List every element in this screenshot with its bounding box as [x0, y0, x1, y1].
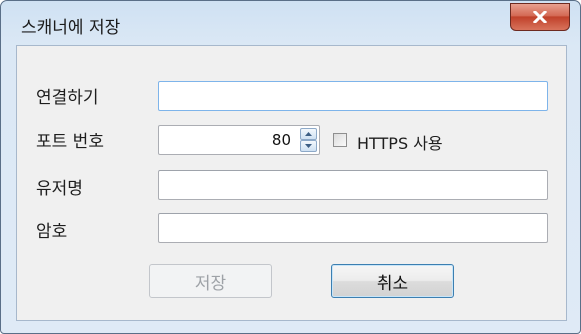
username-label: 유저명: [36, 179, 83, 199]
arrow-up-icon: [305, 132, 312, 136]
close-button[interactable]: [510, 3, 570, 31]
https-checkbox[interactable]: [333, 133, 347, 147]
close-x-icon: [533, 11, 547, 23]
connect-input[interactable]: [158, 81, 548, 111]
https-checkbox-label[interactable]: HTTPS 사용: [357, 130, 443, 154]
port-value[interactable]: 80: [272, 131, 291, 149]
spin-up-button[interactable]: [300, 128, 317, 140]
port-label: 포트 번호: [36, 132, 104, 152]
connect-label: 연결하기: [36, 88, 99, 108]
arrow-down-icon: [305, 144, 312, 148]
save-button[interactable]: 저장: [149, 264, 272, 298]
dialog-window: 스캐너에 저장 연결하기 포트 번호 80 HTTPS 사용 유저명 암호 저장…: [0, 0, 581, 334]
password-input[interactable]: [158, 213, 548, 243]
username-input[interactable]: [158, 170, 548, 200]
cancel-button[interactable]: 취소: [331, 264, 454, 298]
spin-down-button[interactable]: [300, 140, 317, 152]
window-title: 스캐너에 저장: [21, 18, 121, 38]
port-number-stepper[interactable]: 80: [158, 125, 320, 155]
port-spinner: [300, 128, 317, 152]
password-label: 암호: [36, 222, 68, 242]
title-bar[interactable]: 스캐너에 저장: [1, 1, 580, 45]
